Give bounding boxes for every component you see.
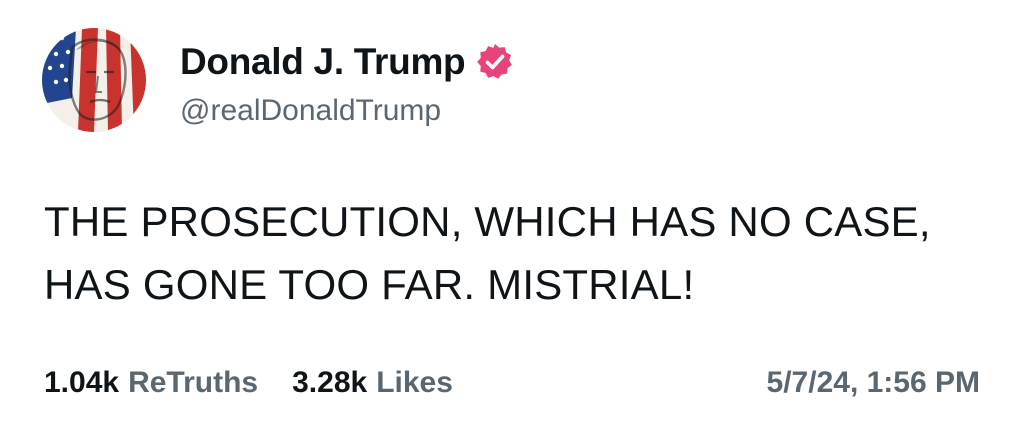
retruths-stat[interactable]: 1.04k ReTruths [44, 366, 258, 400]
name-row: Donald J. Trump [180, 38, 515, 86]
profile-avatar[interactable] [42, 28, 146, 132]
retruths-count: 1.04k [44, 366, 120, 399]
likes-count: 3.28k [292, 366, 368, 399]
verified-badge-icon [475, 42, 515, 82]
flag-portrait-avatar-icon [42, 28, 146, 132]
post-text-line: HAS GONE TOO FAR. MISTRIAL! [44, 261, 695, 308]
display-name[interactable]: Donald J. Trump [180, 41, 466, 83]
post-timestamp[interactable]: 5/7/24, 1:56 PM [767, 366, 980, 400]
likes-stat[interactable]: 3.28k Likes [292, 366, 453, 400]
likes-label: Likes [376, 366, 453, 399]
retruths-label: ReTruths [128, 366, 259, 399]
profile-handle[interactable]: @realDonaldTrump [180, 94, 441, 128]
post-text: THE PROSECUTION, WHICH HAS NO CASE, HAS … [44, 190, 994, 316]
post-text-line: THE PROSECUTION, WHICH HAS NO CASE, [44, 198, 931, 245]
truth-post-card: Donald J. Trump @realDonaldTrump THE PRO… [0, 0, 1024, 434]
post-stats: 1.04k ReTruths 3.28k Likes [44, 366, 487, 400]
